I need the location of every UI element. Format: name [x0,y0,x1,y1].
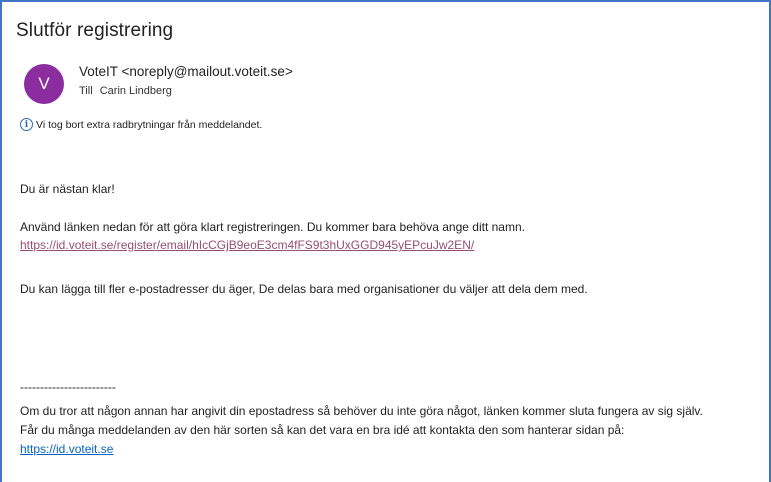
warning-text-line2: Får du många meddelanden av den här sort… [20,423,625,437]
email-subject: Slutför registrering [16,20,174,41]
to-label: Till [79,85,93,97]
sender-name[interactable]: VoteIT <noreply@mailout.voteit.se> [79,64,293,79]
info-notice[interactable]: i Vi tog bort extra radbrytningar från m… [20,118,262,131]
info-icon: i [20,118,33,131]
warning-text-line1: Om du tror att någon annan har angivit d… [20,404,703,418]
email-reading-pane: Slutför registrering V VoteIT <noreply@m… [0,0,771,482]
site-link[interactable]: https://id.voteit.se [20,442,113,456]
register-link[interactable]: https://id.voteit.se/register/email/hIcC… [20,238,474,252]
instruction-text: Använd länken nedan för att göra klart r… [20,220,525,234]
signature-separator: ------------------------ [20,380,116,394]
recipient-line: Till Carin Lindberg [79,85,172,97]
more-addresses-text: Du kan lägga till fler e-postadresser du… [20,282,588,296]
greeting-text: Du är nästan klar! [20,182,115,196]
recipient-name[interactable]: Carin Lindberg [100,85,172,97]
info-notice-text: Vi tog bort extra radbrytningar från med… [36,118,263,131]
sender-avatar[interactable]: V [24,64,64,104]
